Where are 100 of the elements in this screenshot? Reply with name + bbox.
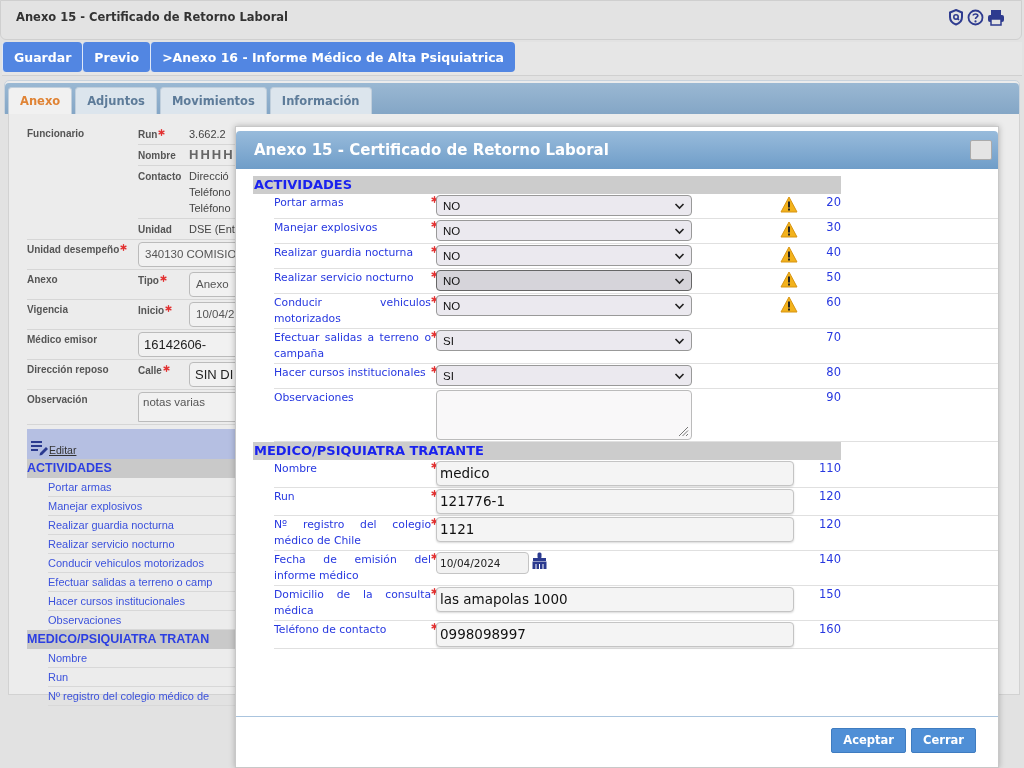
summary-link[interactable]: Realizar guardia nocturna — [48, 516, 174, 534]
field-label: Unidad desempeño — [27, 244, 120, 257]
resize-grip-icon — [678, 426, 689, 437]
select-value: NO — [443, 199, 461, 212]
input-field[interactable]: 10/04/2 — [189, 302, 235, 327]
select-field[interactable]: SI — [436, 365, 692, 386]
field-value: 3.662.2 — [189, 127, 226, 142]
chevron-down-icon — [674, 226, 685, 235]
chevron-down-icon — [674, 201, 685, 210]
summary-link[interactable]: Run — [48, 668, 69, 686]
toolbar-button[interactable]: Guardar — [2, 42, 83, 72]
field-label: Realizar guardia nocturna — [274, 245, 415, 261]
edit-link[interactable]: Editar — [49, 444, 77, 456]
field-label: Conducir vehiculos motorizados — [274, 295, 431, 327]
chevron-down-icon — [674, 301, 685, 310]
field-label: Médico emisor — [27, 334, 98, 347]
field-label: Vigencia — [27, 304, 68, 317]
section-heading: ACTIVIDADES — [27, 460, 112, 477]
field-label: Teléfono de contacto — [274, 622, 388, 638]
field-label: Dirección reposo — [27, 364, 109, 377]
help-icon[interactable] — [967, 8, 984, 26]
summary-link[interactable]: Portar armas — [48, 478, 112, 496]
chevron-down-icon — [674, 336, 685, 345]
field-label: Nombre — [138, 150, 176, 161]
select-value: NO — [443, 274, 461, 287]
field-number: 90 — [825, 390, 841, 406]
section-heading: MEDICO/PSIQUIATRA TRATANTE — [253, 442, 841, 460]
brush-icon[interactable] — [531, 552, 548, 570]
field-number: 60 — [825, 295, 841, 311]
field-label: Observaciones — [274, 390, 355, 406]
select-field[interactable]: NO — [436, 195, 692, 216]
chevron-down-icon — [674, 371, 685, 380]
field-number: 110 — [818, 461, 841, 477]
summary-link[interactable]: Manejar explosivos — [48, 497, 143, 515]
date-field[interactable]: 10/04/2024 — [436, 552, 529, 574]
field-label: Observación — [27, 394, 88, 407]
field-number: 40 — [825, 245, 841, 261]
field-label: Inicio — [138, 305, 165, 316]
field-label: Manejar explosivos — [274, 220, 379, 236]
toolbar-button[interactable]: Previo — [82, 42, 151, 72]
summary-link[interactable]: Observaciones — [48, 611, 122, 629]
field-number: 50 — [825, 270, 841, 286]
select-value: NO — [443, 249, 461, 262]
field-value: HHHH — [189, 147, 235, 163]
field-label: Contacto — [138, 171, 182, 182]
input-field[interactable]: medico — [436, 461, 794, 486]
field-label: Tipo — [138, 275, 159, 286]
summary-link[interactable]: Nº registro del colegio médico de — [48, 687, 210, 705]
field-label: Nombre — [274, 461, 318, 477]
field-number: 70 — [825, 330, 841, 346]
field-label: Anexo — [27, 274, 58, 287]
section-heading: MEDICO/PSIQUIATRA TRATAN — [27, 631, 210, 648]
select-field[interactable]: NO — [436, 245, 692, 266]
field-number: 150 — [818, 587, 841, 603]
field-number: 120 — [818, 517, 841, 533]
summary-link[interactable]: Efectuar salidas a terreno o camp — [48, 573, 213, 591]
dialog-title: Anexo 15 - Certificado de Retorno Laboral — [254, 141, 609, 159]
field-label: Hacer cursos institucionales — [274, 365, 427, 381]
input-field[interactable]: 16142606- — [138, 332, 235, 357]
summary-link[interactable]: Hacer cursos institucionales — [48, 592, 185, 610]
field-value: Direcció — [189, 169, 230, 184]
field-value: DSE (Ent — [189, 222, 235, 237]
summary-link[interactable]: Nombre — [48, 649, 88, 667]
field-value: Teléfono — [189, 201, 231, 216]
input-field[interactable]: 0998098997 — [436, 622, 794, 647]
input-field[interactable]: las amapolas 1000 — [436, 587, 794, 612]
summary-link[interactable]: Realizar servicio nocturno — [48, 535, 175, 553]
input-field[interactable]: 340130 COMISIO — [138, 242, 235, 267]
field-label: Domicilio de la consulta médica — [274, 587, 431, 619]
select-value: SI — [443, 334, 454, 347]
summary-link[interactable]: Conducir vehiculos motorizados — [48, 554, 204, 572]
field-label: Realizar servicio nocturno — [274, 270, 415, 286]
toolbar-button[interactable]: >Anexo 16 - Informe Médico de Alta Psiquiatrica — [150, 42, 516, 72]
select-field[interactable]: NO — [436, 220, 692, 241]
field-label: Portar armas — [274, 195, 345, 211]
field-number: 160 — [818, 622, 841, 638]
select-value: NO — [443, 224, 461, 237]
field-label: Nº registro del colegio médico de Chile — [274, 517, 431, 549]
chevron-down-icon — [674, 276, 685, 285]
chevron-down-icon — [674, 251, 685, 260]
field-label: Fecha de emisión del informe médico — [274, 552, 431, 584]
field-number: 140 — [818, 552, 841, 568]
select-value: SI — [443, 369, 454, 382]
text-area[interactable]: notas varias — [138, 392, 235, 422]
field-value: Teléfono — [189, 185, 231, 200]
input-field[interactable]: 121776-1 — [436, 489, 794, 514]
field-number: 120 — [818, 489, 841, 505]
input-field[interactable]: Anexo — [189, 272, 235, 297]
field-number: 30 — [825, 220, 841, 236]
select-value: NO — [443, 299, 461, 312]
printer-icon[interactable] — [987, 8, 1005, 26]
page-title: Anexo 15 - Certificado de Retorno Laboral — [16, 10, 289, 24]
select-field[interactable]: NO — [436, 270, 692, 291]
shield-icon[interactable] — [948, 8, 964, 26]
select-field[interactable]: SI — [436, 330, 692, 351]
field-number: 20 — [825, 195, 841, 211]
input-field[interactable]: SIN DI — [189, 362, 235, 387]
select-field[interactable]: NO — [436, 295, 692, 316]
field-label: Unidad — [138, 224, 172, 235]
input-field[interactable]: 1121 — [436, 517, 794, 542]
